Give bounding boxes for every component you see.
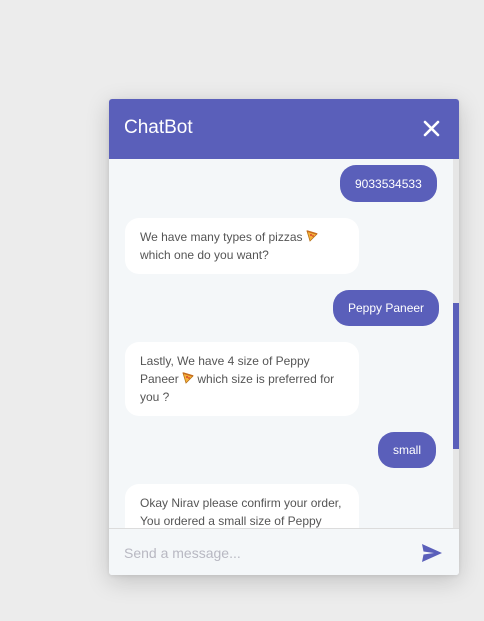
bot-message-text: which one do you want? (140, 248, 269, 262)
message-composer (109, 528, 459, 575)
send-icon (422, 544, 442, 562)
send-button[interactable] (421, 543, 443, 563)
pizza-emoji-icon (182, 372, 194, 384)
close-button[interactable] (419, 117, 445, 141)
user-message: 9033534533 (340, 165, 437, 202)
chat-window: ChatBot 9033534533 We have many types of… (109, 99, 459, 575)
chat-header: ChatBot (109, 99, 459, 159)
user-message: small (378, 432, 437, 468)
message-list[interactable]: 9033534533 We have many types of pizzas … (109, 159, 459, 528)
close-icon (423, 120, 440, 137)
chat-title: ChatBot (124, 117, 193, 138)
pizza-emoji-icon (306, 230, 318, 242)
user-message: Peppy Paneer (333, 290, 440, 326)
bot-message: We have many types of pizzas which one d… (125, 218, 359, 274)
bot-message: Okay Nirav please confirm your order, Yo… (125, 484, 359, 528)
message-input[interactable] (124, 541, 404, 565)
scrollbar[interactable] (453, 159, 459, 528)
scrollbar-thumb[interactable] (453, 303, 459, 449)
bot-message-text: We have many types of pizzas (140, 230, 303, 244)
bot-message: Lastly, We have 4 size of Peppy Paneer w… (125, 342, 359, 416)
